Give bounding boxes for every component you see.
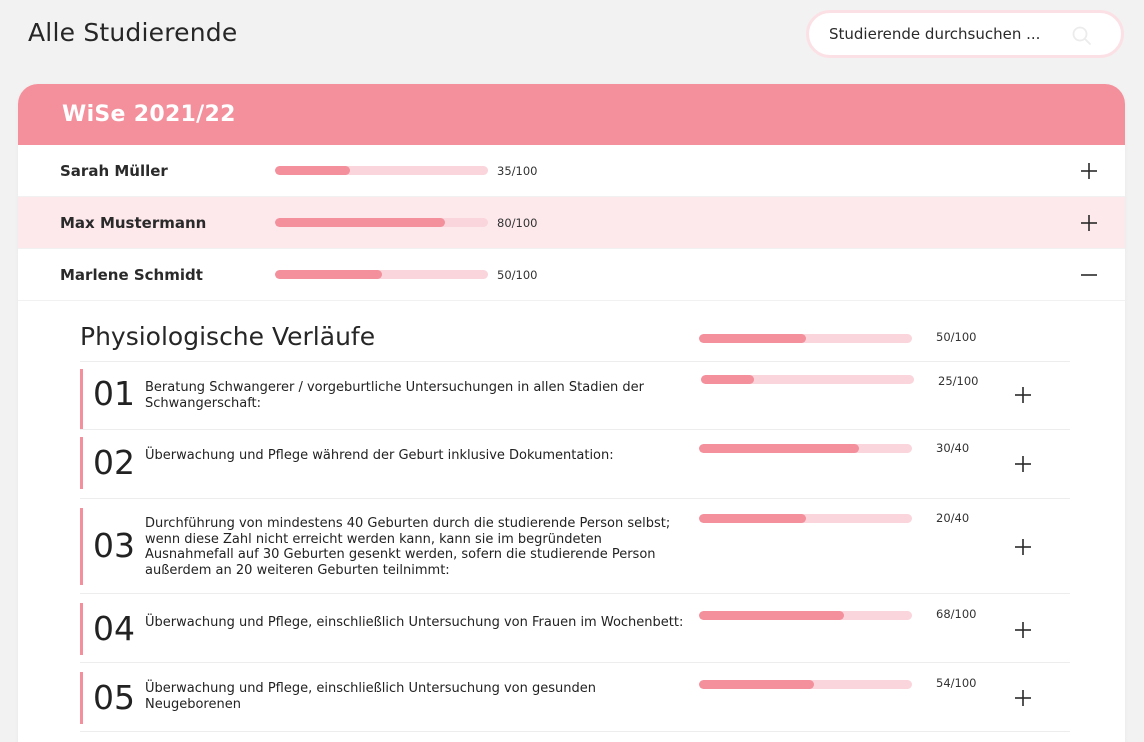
competency-text: Überwachung und Pflege, einschließlich U… — [145, 681, 596, 712]
competency-number: 02 — [93, 443, 135, 482]
progress-score: 50/100 — [497, 267, 538, 282]
progress-fill — [701, 375, 755, 384]
progress-bar — [275, 270, 488, 279]
competency-score: 68/100 — [936, 607, 977, 621]
students-card: WiSe 2021/22 Sarah Müller 35/100 Max Mus… — [18, 84, 1125, 742]
plus-icon[interactable] — [1014, 621, 1032, 639]
competency-number: 01 — [93, 374, 135, 413]
plus-icon[interactable] — [1014, 689, 1032, 707]
competency-score: 20/40 — [936, 511, 970, 525]
competency-text: Durchführung von mindestens 40 Geburten … — [145, 516, 671, 578]
section-title: Physiologische Verläufe — [80, 322, 376, 351]
section-progress-bar — [699, 334, 912, 343]
student-row[interactable]: Max Mustermann 80/100 — [18, 197, 1125, 249]
student-name: Marlene Schmidt — [60, 265, 203, 284]
student-name: Sarah Müller — [60, 161, 168, 180]
student-row[interactable]: Marlene Schmidt 50/100 — [18, 249, 1125, 301]
competency-number: 03 — [93, 526, 135, 565]
student-name: Max Mustermann — [60, 213, 207, 232]
student-detail: Physiologische Verläufe 50/100 01 Beratu… — [18, 301, 1125, 741]
competency-accent — [80, 437, 83, 489]
competency-text: Beratung Schwangerer / vorgeburtliche Un… — [145, 380, 645, 411]
progress-fill — [699, 514, 806, 523]
progress-fill — [699, 680, 815, 689]
progress-bar — [699, 680, 912, 689]
divider — [80, 361, 1070, 362]
page-title: Alle Studierende — [28, 18, 238, 47]
divider — [80, 498, 1070, 499]
progress-fill — [699, 444, 859, 453]
plus-icon[interactable] — [1014, 386, 1032, 404]
progress-fill — [275, 166, 350, 175]
competency-accent — [80, 369, 83, 429]
competency-item[interactable]: 04 Überwachung und Pflege, einschließlic… — [80, 603, 1070, 655]
progress-fill — [275, 270, 382, 279]
section-score: 50/100 — [936, 330, 977, 344]
plus-icon[interactable] — [1014, 455, 1032, 473]
competency-score: 30/40 — [936, 441, 970, 455]
semester-label: WiSe 2021/22 — [62, 102, 236, 127]
divider — [80, 429, 1070, 430]
progress-bar — [275, 218, 488, 227]
plus-icon[interactable] — [1080, 162, 1098, 180]
competency-item[interactable]: 03 Durchführung von mindestens 40 Geburt… — [80, 508, 1070, 585]
divider — [80, 593, 1070, 594]
competency-item[interactable]: 05 Überwachung und Pflege, einschließlic… — [80, 672, 1070, 724]
progress-fill — [275, 218, 446, 227]
divider — [80, 662, 1070, 663]
competency-score: 25/100 — [938, 374, 979, 388]
competency-text: Überwachung und Pflege, einschließlich U… — [145, 615, 684, 630]
competency-number: 04 — [93, 609, 135, 648]
competency-text: Überwachung und Pflege während der Gebur… — [145, 448, 614, 463]
progress-bar — [699, 444, 912, 453]
competency-number: 05 — [93, 678, 135, 717]
progress-bar — [275, 166, 488, 175]
progress-bar — [699, 611, 912, 620]
search-icon[interactable] — [1071, 25, 1093, 47]
progress-bar — [701, 375, 914, 384]
search-box[interactable] — [806, 10, 1124, 58]
semester-header: WiSe 2021/22 — [18, 84, 1125, 145]
competency-item[interactable]: 02 Überwachung und Pflege während der Ge… — [80, 437, 1070, 489]
competency-score: 54/100 — [936, 676, 977, 690]
competency-accent — [80, 508, 83, 585]
competency-accent — [80, 672, 83, 724]
progress-fill — [699, 611, 844, 620]
search-input[interactable] — [829, 25, 1059, 43]
competency-accent — [80, 603, 83, 655]
divider — [80, 731, 1070, 732]
plus-icon[interactable] — [1080, 214, 1098, 232]
competency-item[interactable]: 01 Beratung Schwangerer / vorgeburtliche… — [80, 369, 1070, 429]
progress-fill — [699, 334, 806, 343]
student-row[interactable]: Sarah Müller 35/100 — [18, 145, 1125, 197]
plus-icon[interactable] — [1014, 538, 1032, 556]
progress-score: 35/100 — [497, 163, 538, 178]
minus-icon[interactable] — [1080, 266, 1098, 284]
progress-score: 80/100 — [497, 215, 538, 230]
progress-bar — [699, 514, 912, 523]
